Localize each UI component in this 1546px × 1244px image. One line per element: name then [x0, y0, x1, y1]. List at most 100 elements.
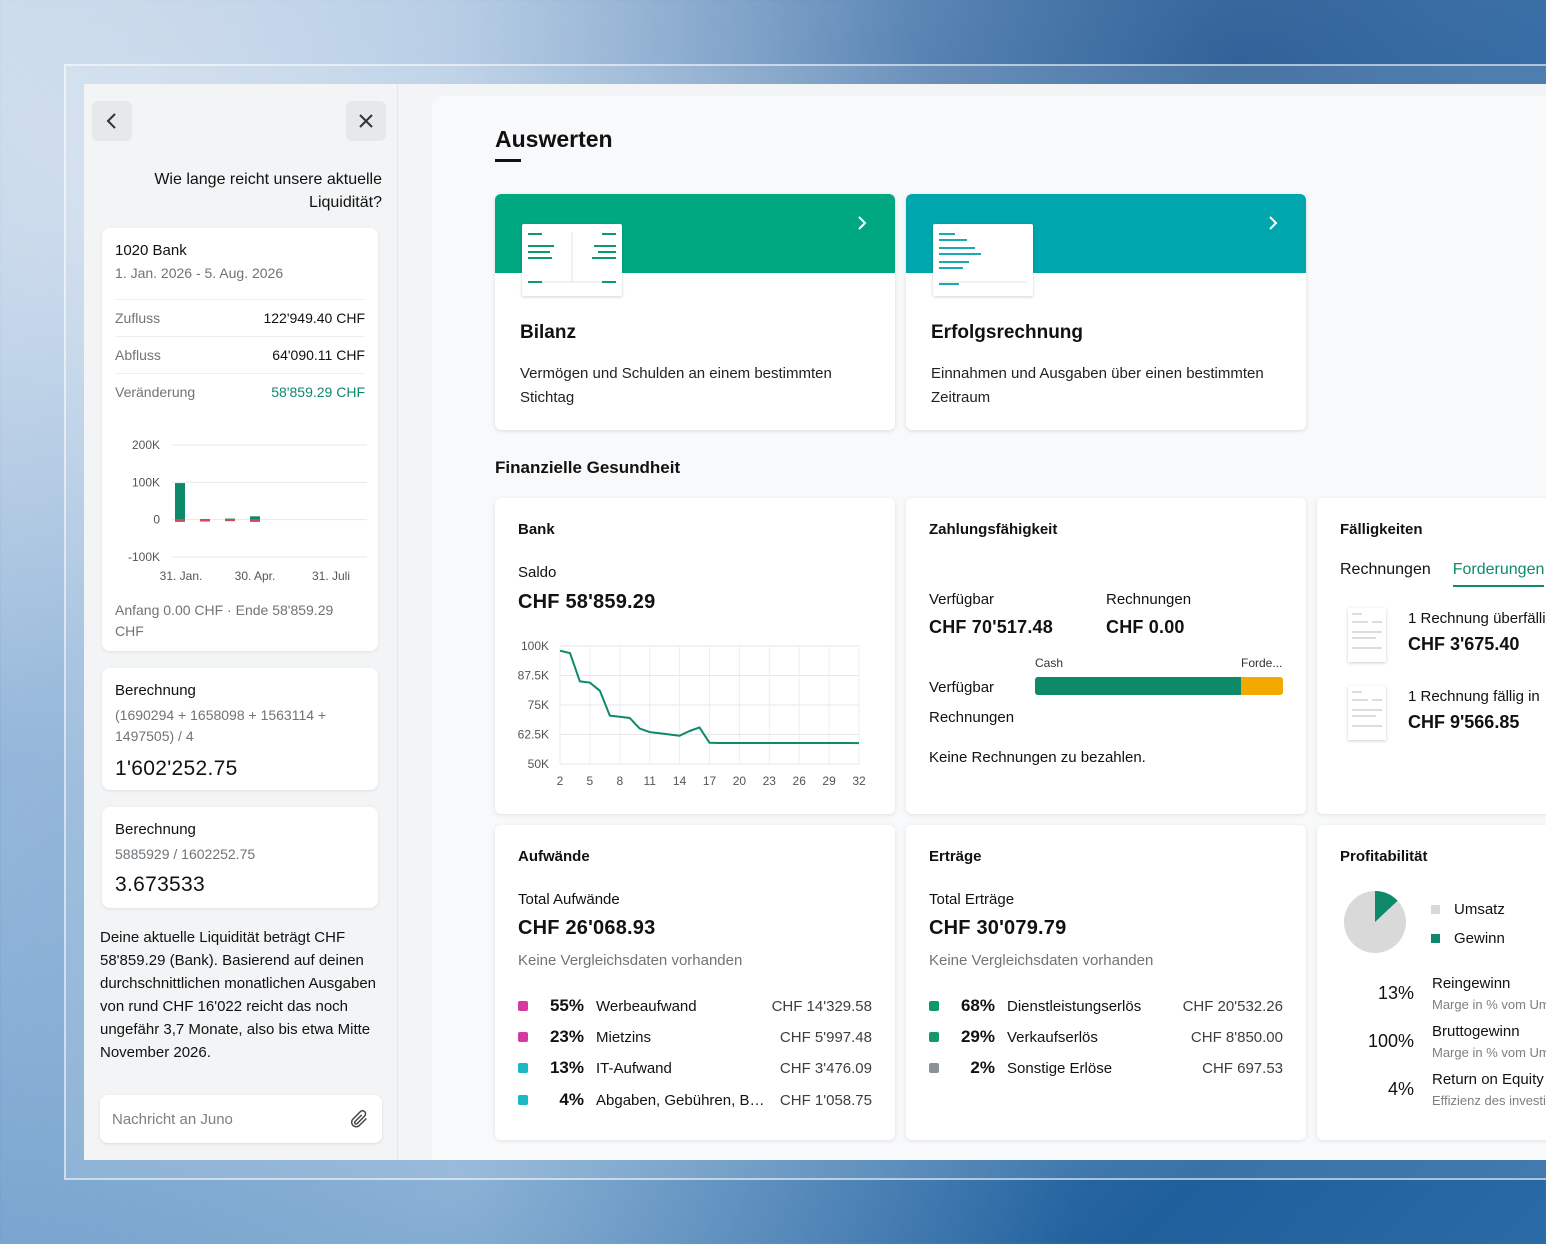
expense-name: Abgaben, Gebühren, Bewilligungen	[596, 1091, 770, 1109]
category-color-dot	[929, 1001, 939, 1011]
no-comparison-note: Keine Vergleichsdaten vorhanden	[518, 952, 743, 969]
x-tick-label: 8	[616, 774, 623, 788]
report-title: Bilanz	[520, 322, 576, 343]
x-tick-label: 14	[673, 774, 687, 788]
tab-forderungen[interactable]: Forderungen	[1452, 561, 1545, 587]
revenue-tile[interactable]: Erträge Total Erträge CHF 30'079.79 Kein…	[906, 825, 1306, 1140]
expense-name: IT-Aufwand	[596, 1059, 672, 1077]
metric-description: Marge in % vom Umsatz	[1432, 1045, 1546, 1060]
available-label: Verfügbar	[929, 591, 995, 608]
x-tick-label: 31. Juli	[312, 569, 350, 583]
outflow-bar	[200, 519, 210, 522]
y-tick-label: 62.5K	[518, 728, 549, 742]
change-row: Veränderung 58'859.29 CHF	[115, 374, 365, 410]
no-bills-note: Keine Rechnungen zu bezahlen.	[929, 749, 1146, 766]
expense-row: 4% Abgaben, Gebühren, Bewilligungen CHF …	[518, 1090, 872, 1110]
calculation-label: Berechnung	[115, 821, 196, 838]
row-available-label: Verfügbar	[929, 679, 995, 696]
expense-row: 13% IT-Aufwand CHF 3'476.09	[518, 1058, 872, 1078]
tab-rechnungen[interactable]: Rechnungen	[1340, 561, 1431, 587]
income-statement-thumbnail-icon	[933, 224, 1033, 296]
report-card-header	[906, 194, 1306, 296]
revenue-name: Verkaufserlös	[1007, 1028, 1098, 1046]
report-card-erfolgsrechnung[interactable]: Erfolgsrechnung Einnahmen und Ausgaben ü…	[906, 194, 1306, 430]
main-content: Auswerten Bilanz Vermögen und Schulden a…	[432, 96, 1546, 1160]
close-button[interactable]	[346, 101, 386, 141]
metric-percent: 100%	[1367, 1031, 1414, 1051]
y-tick-label: -100K	[128, 550, 160, 564]
metric-name: Bruttogewinn	[1432, 1023, 1520, 1040]
y-tick-label: 0	[153, 513, 160, 527]
x-tick-label: 32	[852, 774, 866, 788]
x-tick-label: 23	[763, 774, 777, 788]
expense-row: 23% Mietzins CHF 5'997.48	[518, 1027, 872, 1047]
revenue-name: Dienstleistungserlös	[1007, 997, 1142, 1015]
balance-sheet-thumbnail-icon	[522, 224, 622, 296]
chevron-right-icon	[1269, 216, 1278, 230]
metric-percent: 13%	[1377, 983, 1414, 1003]
due-item-amount: CHF 9'566.85	[1408, 712, 1520, 732]
bank-summary-card: 1020 Bank 1. Jan. 2026 - 5. Aug. 2026 Zu…	[102, 228, 378, 651]
expense-percent: 55%	[549, 996, 584, 1015]
bank-period: 1. Jan. 2026 - 5. Aug. 2026	[115, 265, 284, 281]
calculation-card-1: Berechnung (1690294 + 1658098 + 1563114 …	[102, 668, 378, 790]
inflow-value: 122'949.40 CHF	[263, 310, 365, 326]
no-comparison-note: Keine Vergleichsdaten vorhanden	[929, 952, 1154, 969]
revenue-row: 2% Sonstige Erlöse CHF 697.53	[929, 1058, 1283, 1078]
revenue-name: Sonstige Erlöse	[1007, 1059, 1113, 1077]
metric-name: Return on Equity	[1432, 1071, 1544, 1088]
revenue-row: 29% Verkaufserlös CHF 8'850.00	[929, 1027, 1283, 1047]
calculation-label: Berechnung	[115, 682, 196, 699]
legend-label: Gewinn	[1454, 930, 1505, 947]
total-expenses-value: CHF 26'068.93	[518, 917, 656, 939]
bar-label-cash: Cash	[1035, 656, 1064, 670]
bills-value: CHF 0.00	[1106, 617, 1185, 637]
back-button[interactable]	[92, 101, 132, 141]
expense-row: 55% Werbeaufwand CHF 14'329.58	[518, 996, 872, 1016]
tile-title: Aufwände	[518, 848, 590, 865]
report-description: Vermögen und Schulden an einem bestimmte…	[520, 365, 832, 406]
outflow-label: Abfluss	[115, 347, 161, 363]
profitability-tile[interactable]: Profitabilität Umsatz Gewinn 13% Reingew…	[1317, 825, 1546, 1140]
expenses-tile[interactable]: Aufwände Total Aufwände CHF 26'068.93 Ke…	[495, 825, 895, 1140]
legend-umsatz: Umsatz	[1431, 901, 1505, 918]
inflow-label: Zufluss	[115, 310, 161, 326]
message-input[interactable]	[112, 1110, 332, 1128]
change-value: 58'859.29 CHF	[271, 384, 365, 400]
available-value: CHF 70'517.48	[929, 617, 1053, 637]
chevron-left-icon	[106, 113, 116, 129]
legend-gewinn: Gewinn	[1431, 930, 1505, 947]
x-tick-label: 5	[587, 774, 594, 788]
tile-title: Erträge	[929, 848, 982, 865]
bank-tile[interactable]: Bank Saldo CHF 58'859.29 100K 87.5K 75K 62.…	[495, 498, 895, 814]
user-question: Wie lange reicht unsere aktuelle Liquidi…	[154, 171, 382, 211]
x-tick-label: 17	[703, 774, 717, 788]
expense-amount: CHF 1'058.75	[779, 1091, 872, 1109]
outflow-bar	[175, 519, 185, 522]
report-card-bilanz[interactable]: Bilanz Vermögen und Schulden an einem be…	[495, 194, 895, 430]
saldo-label: Saldo	[518, 564, 557, 581]
bills-label: Rechnungen	[1106, 591, 1192, 608]
due-dates-tile[interactable]: Fälligkeiten Rechnungen Forderungen 1 Re…	[1317, 498, 1546, 814]
expense-amount: CHF 5'997.48	[779, 1028, 872, 1046]
y-tick-label: 200K	[132, 438, 160, 452]
calculation-result: 1'602'252.75	[115, 757, 238, 780]
metric-description: Effizienz des investierten Kapitals	[1432, 1093, 1546, 1108]
x-tick-label: 26	[793, 774, 807, 788]
report-card-header	[495, 194, 895, 296]
calculation-result: 3.673533	[115, 873, 205, 896]
metric-description: Marge in % vom Umsatz	[1432, 997, 1546, 1012]
invoice-thumbnail-icon	[1348, 686, 1386, 740]
solvency-tile[interactable]: Zahlungsfähigkeit Verfügbar CHF 70'517.4…	[906, 498, 1306, 814]
expense-name: Mietzins	[596, 1028, 652, 1046]
category-color-dot	[518, 1095, 528, 1105]
revenue-amount: CHF 8'850.00	[1190, 1028, 1283, 1046]
legend-label: Umsatz	[1454, 901, 1505, 918]
row-bills-label: Rechnungen	[929, 709, 1015, 726]
total-revenue-label: Total Erträge	[929, 891, 1015, 908]
expense-amount: CHF 14'329.58	[771, 997, 872, 1015]
y-tick-label: 50K	[528, 757, 549, 771]
paperclip-icon[interactable]	[348, 1108, 370, 1130]
revenue-amount: CHF 20'532.26	[1182, 997, 1283, 1015]
revenue-percent: 2%	[970, 1058, 995, 1077]
